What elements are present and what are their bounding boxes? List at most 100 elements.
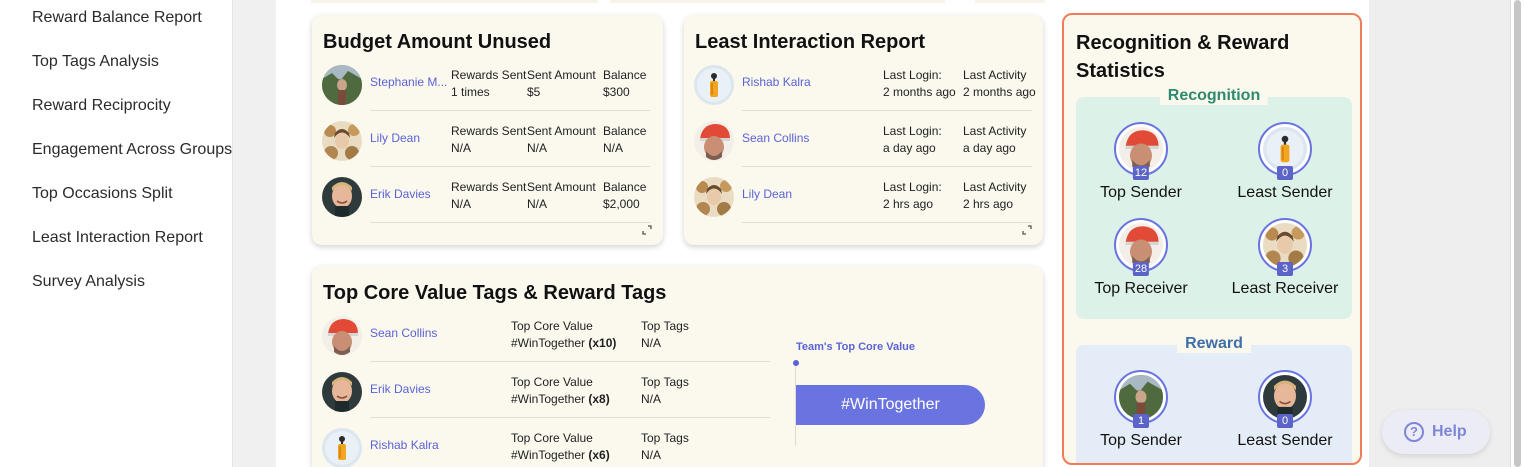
count-badge: 3: [1277, 262, 1293, 276]
table-row: Rishab Kalra Top Core Value #WinTogether …: [322, 418, 782, 467]
cell-value: 1 times: [451, 85, 490, 99]
card-title: Top Core Value Tags & Reward Tags: [323, 282, 667, 304]
recognition-label: Recognition: [1159, 87, 1269, 105]
question-icon: ?: [1404, 422, 1424, 442]
cell-value: N/A: [641, 448, 662, 462]
user-name-link[interactable]: Rishab Kalra: [370, 438, 439, 452]
sidebar-item-engagement-across-groups[interactable]: Engagement Across Groups: [32, 141, 232, 159]
stat-label: Least Receiver: [1231, 280, 1339, 297]
sent-amount-cell: Sent Amount N/A: [527, 179, 596, 213]
core-value-count: (x8): [588, 392, 610, 406]
cell-header: Top Core Value: [511, 431, 593, 445]
user-name-link[interactable]: Rishab Kalra: [742, 75, 811, 89]
cell-value: N/A: [603, 141, 624, 155]
page-scrollbar[interactable]: [1510, 0, 1524, 467]
stat-label: Least Sender: [1237, 432, 1333, 449]
avatar: [322, 121, 362, 161]
cell-header: Balance: [603, 180, 647, 194]
cell-value: 2 hrs ago: [883, 197, 934, 211]
cell-value: $5: [527, 85, 541, 99]
count-badge: 0: [1277, 414, 1293, 428]
expand-icon[interactable]: [642, 225, 652, 235]
user-name-link[interactable]: Sean Collins: [370, 326, 437, 340]
top-core-value-cell: Top Core Value #WinTogether (x8): [511, 374, 610, 408]
top-core-value-cell: Top Core Value #WinTogether (x6): [511, 430, 610, 464]
cell-value: 2 hrs ago: [963, 197, 1014, 211]
sidebar: Reward Balance Report Top Tags Analysis …: [0, 0, 233, 467]
table-row: Lily Dean Rewards Sent N/A Sent Amount N/A…: [322, 111, 652, 167]
avatar: [322, 428, 362, 467]
user-name-link[interactable]: Erik Davies: [370, 187, 431, 201]
reward-panel: Reward 1 Top Sender 0 Least Sender: [1076, 335, 1352, 463]
user-name-link[interactable]: Sean Collins: [742, 131, 809, 145]
table-row: Stephanie M... Rewards Sent 1 times Sent …: [322, 55, 652, 111]
balance-cell: Balance $300: [603, 67, 646, 101]
cell-header: Sent Amount: [527, 68, 596, 82]
cell-header: Rewards Sent: [451, 180, 527, 194]
sidebar-item-reward-balance-report[interactable]: Reward Balance Report: [32, 9, 202, 27]
least-receiver-stat: 3 Least Receiver: [1215, 218, 1355, 298]
sidebar-item-reward-reciprocity[interactable]: Reward Reciprocity: [32, 97, 171, 115]
cell-value: N/A: [451, 141, 472, 155]
avatar: [322, 372, 362, 412]
timeline-dot: [793, 360, 799, 366]
budget-amount-unused-card: Budget Amount Unused Stephanie M... Rewa…: [312, 15, 663, 245]
core-value-count: (x10): [588, 336, 617, 350]
team-top-core-value-pill: #WinTogether: [796, 385, 985, 425]
recognition-panel: Recognition 12 Top Sender 0 Least Sender…: [1076, 87, 1355, 319]
sidebar-item-survey-analysis[interactable]: Survey Analysis: [32, 273, 145, 291]
least-sender-stat: 0 Least Sender: [1215, 122, 1355, 202]
card-title-line: Statistics: [1076, 60, 1165, 82]
cell-header: Sent Amount: [527, 124, 596, 138]
cell-value: a day ago: [963, 141, 1016, 155]
sidebar-item-top-tags-analysis[interactable]: Top Tags Analysis: [32, 53, 159, 71]
right-gutter: [1369, 0, 1510, 467]
top-tags-cell: Top Tags N/A: [641, 374, 689, 408]
cell-value: $2,000: [603, 197, 640, 211]
user-name-link[interactable]: Lily Dean: [370, 131, 420, 145]
help-button[interactable]: ? Help: [1382, 410, 1490, 454]
user-name-link[interactable]: Lily Dean: [742, 187, 792, 201]
table-row: Erik Davies Top Core Value #WinTogether (…: [322, 362, 782, 418]
cell-header: Last Login:: [883, 124, 942, 138]
card-title: Budget Amount Unused: [323, 31, 552, 53]
core-value-tag: #WinTogether: [511, 336, 586, 350]
user-name-link[interactable]: Stephanie M...: [370, 75, 447, 89]
cell-header: Top Core Value: [511, 319, 593, 333]
expand-icon[interactable]: [1022, 225, 1032, 235]
cell-value: N/A: [527, 141, 548, 155]
user-name-link[interactable]: Erik Davies: [370, 382, 431, 396]
reward-label: Reward: [1177, 335, 1251, 353]
cell-value: #WinTogether (x6): [511, 447, 610, 464]
last-login-cell: Last Login: a day ago: [883, 123, 942, 157]
cell-header: Last Login:: [883, 180, 942, 194]
card-stub: [975, 0, 1045, 3]
avatar: [322, 177, 362, 217]
recognition-reward-statistics-card: Recognition & Reward Statistics Recognit…: [1062, 13, 1362, 465]
rewards-sent-cell: Rewards Sent N/A: [451, 179, 526, 213]
top-sender-stat: 12 Top Sender: [1071, 122, 1211, 202]
cell-value: #WinTogether (x10): [511, 335, 616, 352]
cell-header: Rewards Sent: [451, 124, 527, 138]
scrollbar-thumb[interactable]: [1514, 0, 1521, 467]
table-row: Lily Dean Last Login: 2 hrs ago Last Acti…: [694, 167, 1039, 223]
cell-value: #WinTogether (x8): [511, 391, 610, 408]
help-label: Help: [1432, 423, 1467, 440]
table-row: Erik Davies Rewards Sent N/A Sent Amount N…: [322, 167, 652, 223]
table-row: Sean Collins Top Core Value #WinTogether …: [322, 306, 782, 362]
cell-header: Last Activity: [963, 68, 1027, 82]
reward-top-sender-stat: 1 Top Sender: [1071, 370, 1211, 450]
table-row: Rishab Kalra Last Login: 2 months ago Las…: [694, 55, 1039, 111]
cell-header: Top Tags: [641, 319, 689, 333]
sidebar-item-top-occasions-split[interactable]: Top Occasions Split: [32, 185, 173, 203]
balance-cell: Balance $2,000: [603, 179, 646, 213]
card-stub: [610, 0, 945, 3]
count-badge: 28: [1132, 262, 1150, 276]
sidebar-item-least-interaction-report[interactable]: Least Interaction Report: [32, 229, 203, 247]
core-value-tag: #WinTogether: [511, 392, 586, 406]
core-value-count: (x6): [588, 448, 610, 462]
core-value-tag: #WinTogether: [511, 448, 586, 462]
avatar: 12: [1114, 122, 1168, 180]
content-gutter: [234, 0, 276, 467]
cell-value: N/A: [641, 392, 662, 406]
